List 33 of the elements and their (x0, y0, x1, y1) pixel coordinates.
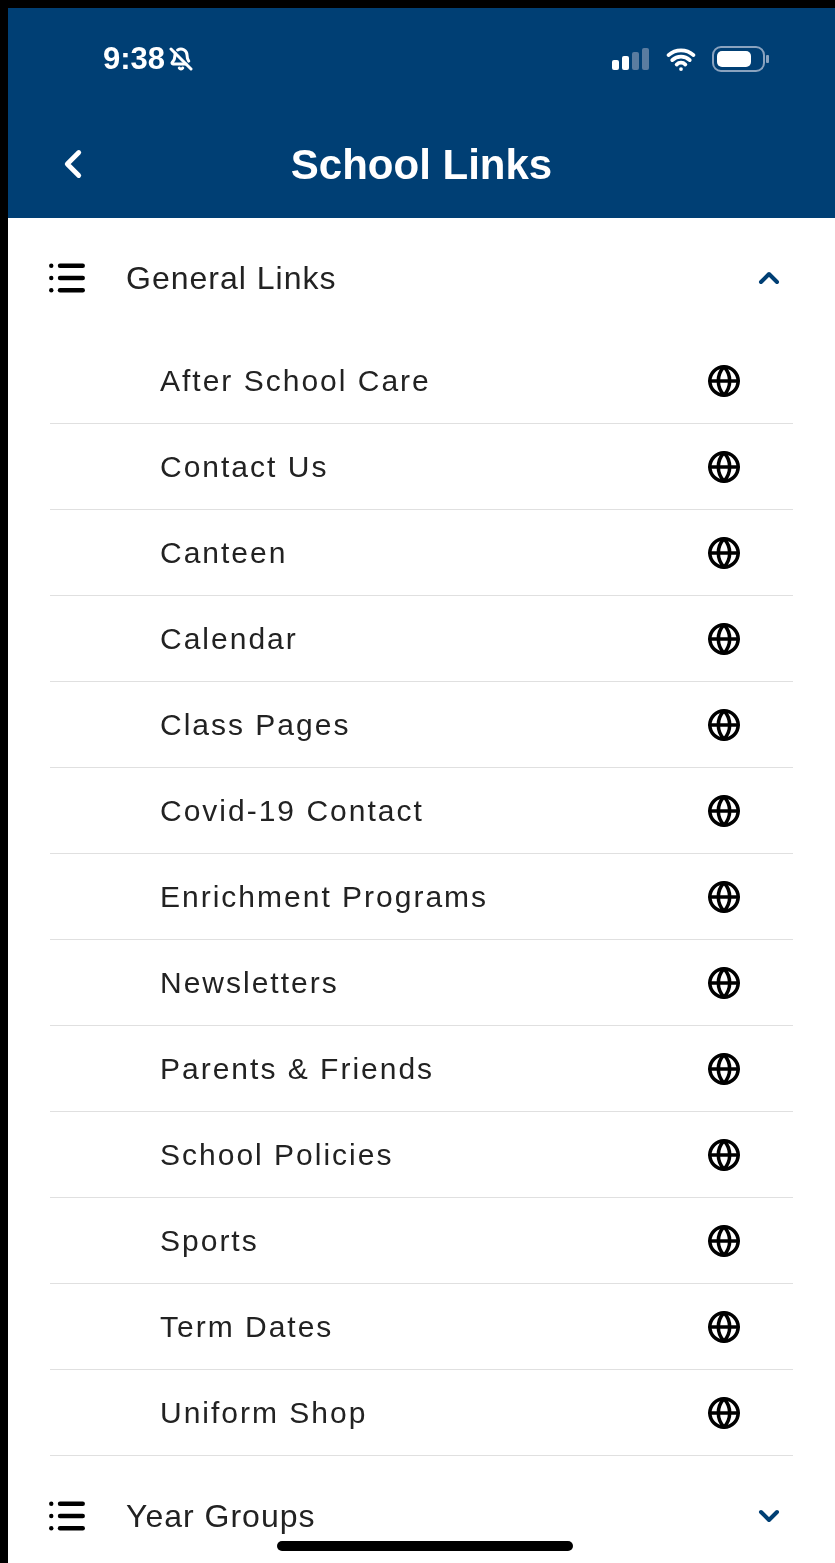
page-title: School Links (290, 139, 553, 190)
link-row[interactable]: Parents & Friends (50, 1026, 793, 1112)
globe-icon (707, 707, 741, 742)
link-row[interactable]: Sports (50, 1198, 793, 1284)
link-row[interactable]: Newsletters (50, 940, 793, 1026)
globe-icon (707, 363, 741, 398)
link-row[interactable]: After School Care (50, 338, 793, 424)
link-row[interactable]: Contact Us (50, 424, 793, 510)
globe-icon (707, 449, 741, 484)
battery-icon (712, 46, 770, 72)
link-row[interactable]: Class Pages (50, 682, 793, 768)
link-row[interactable]: Enrichment Programs (50, 854, 793, 940)
globe-icon (707, 621, 741, 656)
globe-icon (707, 1223, 741, 1258)
link-row[interactable]: Uniform Shop (50, 1370, 793, 1456)
globe-icon (707, 965, 741, 1000)
globe-icon (707, 1309, 741, 1344)
link-row[interactable]: Canteen (50, 510, 793, 596)
globe-icon (707, 1395, 741, 1430)
globe-icon (707, 793, 741, 828)
section-header[interactable]: Year Groups (8, 1456, 835, 1563)
globe-icon (707, 535, 741, 570)
signal-icon (612, 48, 650, 70)
globe-icon (707, 879, 741, 914)
link-row[interactable]: School Policies (50, 1112, 793, 1198)
link-row[interactable]: Term Dates (50, 1284, 793, 1370)
status-time: 9:38 (103, 39, 166, 78)
bell-off-icon (169, 47, 194, 71)
link-row[interactable]: Calendar (50, 596, 793, 682)
link-row[interactable]: Covid-19 Contact (50, 768, 793, 854)
section-header[interactable]: General Links (8, 218, 835, 338)
globe-icon (707, 1137, 741, 1172)
globe-icon (707, 1051, 741, 1086)
